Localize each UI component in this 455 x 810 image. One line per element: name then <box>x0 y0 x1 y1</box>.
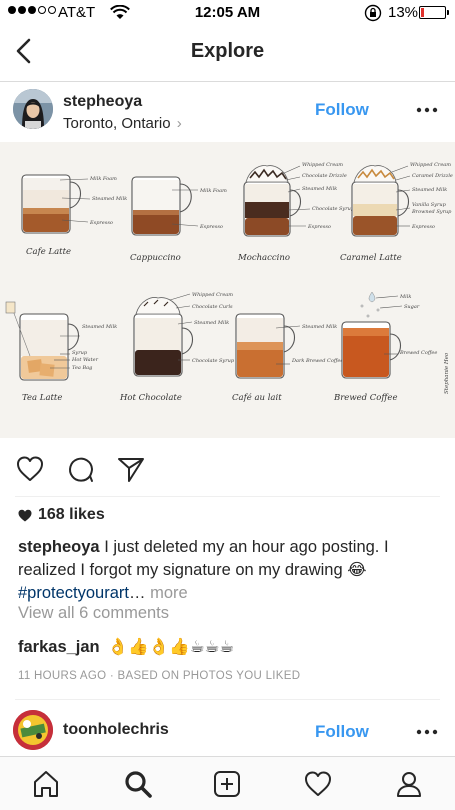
status-bar: AT&T 12:05 AM 13% <box>0 0 455 26</box>
comment-username[interactable]: farkas_jan <box>18 638 100 657</box>
likes-count[interactable]: 168 likes <box>18 506 105 524</box>
drawing-note: Chocolate Curls <box>192 304 233 310</box>
chevron-right-icon: › <box>176 115 182 132</box>
comment-row: farkas_jan 👌👍👌👍☕☕☕ <box>18 637 234 657</box>
more-options-icon[interactable] <box>416 728 438 736</box>
drawing-note: Chocolate Syrup <box>312 206 355 212</box>
comment-text: 👌👍👌👍☕☕☕ <box>107 638 235 656</box>
drawing-note: Espresso <box>307 224 331 230</box>
activity-heart-icon[interactable] <box>303 769 333 799</box>
drawing-note: Whipped Cream <box>410 162 451 168</box>
drawing-note: Hot Water <box>71 357 99 363</box>
location-text: Toronto, Ontario <box>63 115 171 132</box>
drawing-note: Sugar <box>404 304 420 310</box>
divider <box>15 496 440 497</box>
drawing-note: Whipped Cream <box>302 162 343 168</box>
drawing-note: Whipped Cream <box>192 292 233 298</box>
chevron-left-icon[interactable] <box>10 36 40 66</box>
caption-hashtag[interactable]: #protectyourart <box>18 584 129 602</box>
clock: 12:05 AM <box>194 4 261 21</box>
artist-signature: Stephanie Heo <box>444 352 450 394</box>
drawing-label: Tea Latte <box>22 393 62 403</box>
orientation-lock-icon <box>364 4 382 22</box>
tab-bar <box>0 756 455 810</box>
drawing-note: Steamed Milk <box>194 320 229 326</box>
drawing-note: Vanilla Syrup <box>412 202 447 208</box>
post-location[interactable]: Toronto, Ontario › <box>63 115 182 132</box>
battery-icon <box>419 6 449 19</box>
post-timestamp: 11 HOURS AGO · BASED ON PHOTOS YOU LIKED <box>18 670 301 682</box>
page-title: Explore <box>190 40 265 62</box>
likes-text: 168 likes <box>38 506 105 523</box>
avatar[interactable] <box>13 710 53 750</box>
add-post-icon[interactable] <box>212 769 242 799</box>
caption-more-link[interactable]: more <box>150 584 188 602</box>
drawing-note: Espresso <box>89 220 113 226</box>
drawing-note: Brewed Coffee <box>399 350 437 356</box>
drawing-note: Milk <box>399 294 411 300</box>
home-icon[interactable] <box>31 769 61 799</box>
drawing-label: Cafe Latte <box>26 247 71 257</box>
next-post-header: toonholechris Follow <box>0 700 455 756</box>
drawing-note: Tea Bag <box>72 365 92 371</box>
drawing-label: Café au lait <box>232 392 282 403</box>
caption-username[interactable]: stepheoya <box>18 538 100 556</box>
drawing-label: Brewed Coffee <box>333 393 398 403</box>
next-post-username[interactable]: toonholechris <box>63 721 169 739</box>
drawing-label: Cappuccino <box>130 253 181 263</box>
post-caption: stepheoya I just deleted my an hour ago … <box>18 536 438 605</box>
nav-bar: Explore <box>0 26 455 82</box>
drawing-note: Milk Foam <box>89 176 117 182</box>
more-options-icon[interactable] <box>416 106 438 114</box>
drawing-note: Dark Brewed Coffee <box>291 358 343 364</box>
drawing-note: Syrup <box>72 350 88 356</box>
post-image[interactable]: .lbl { font-size: 8.5px; fill: #333; fon… <box>0 142 455 438</box>
heart-small-icon <box>18 509 32 521</box>
drawing-note: Steamed Milk <box>92 196 127 202</box>
drawing-note: Caramel Drizzle <box>412 173 453 179</box>
share-icon[interactable] <box>116 454 146 484</box>
follow-button[interactable]: Follow <box>315 100 369 120</box>
drawing-label: Mochaccino <box>237 253 290 263</box>
drawing-note: Milk Foam <box>199 188 227 194</box>
drawing-note: Steamed Milk <box>82 324 117 330</box>
battery-percent: 13% <box>388 4 419 21</box>
drawing-note: Browned Syrup <box>411 209 452 215</box>
profile-icon[interactable] <box>394 769 424 799</box>
drawing-note: Chocolate Syrup <box>192 358 235 364</box>
search-icon[interactable] <box>123 769 153 799</box>
post-header: stepheoya Toronto, Ontario › Follow <box>0 82 455 142</box>
comment-icon[interactable] <box>66 454 96 484</box>
view-all-comments-link[interactable]: View all 6 comments <box>18 604 169 623</box>
drawing-note: Espresso <box>411 224 435 230</box>
drawing-note: Steamed Milk <box>302 186 337 192</box>
post-actions <box>0 438 455 496</box>
caption-emoji: 😂 <box>347 561 367 579</box>
drawing-note: Chocolate Drizzle <box>302 173 347 179</box>
post-username[interactable]: stepheoya <box>63 93 142 111</box>
drawing-label: Hot Chocolate <box>119 393 182 403</box>
avatar[interactable] <box>13 89 53 129</box>
heart-icon[interactable] <box>15 454 45 484</box>
drawing-label: Caramel Latte <box>340 253 402 263</box>
caption-ellipsis: … <box>128 584 146 602</box>
drawing-note: Espresso <box>199 224 223 230</box>
drawing-note: Steamed Milk <box>302 324 337 330</box>
drawing-note: Steamed Milk <box>412 187 447 193</box>
follow-button[interactable]: Follow <box>315 722 369 742</box>
